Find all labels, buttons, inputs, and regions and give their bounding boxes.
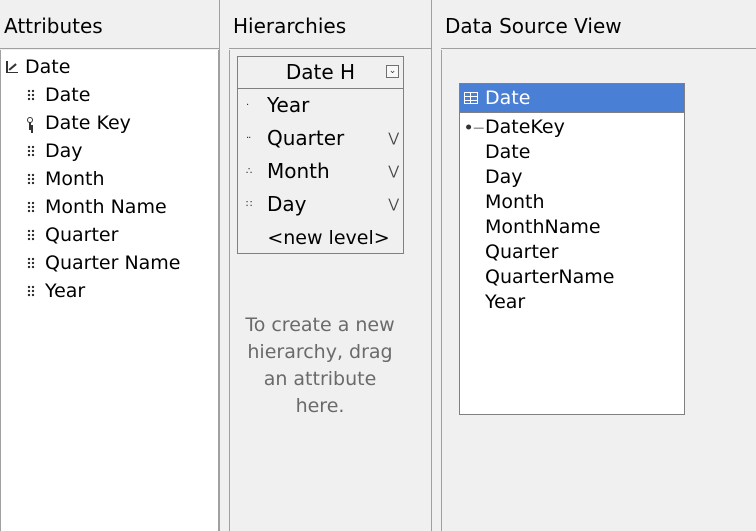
attributes-pane: Attributes Date Date Date Key Day Month: [0, 0, 219, 531]
dsv-column[interactable]: Date: [460, 140, 684, 165]
key-attribute-icon: [27, 116, 38, 130]
attribute-icon: [27, 145, 35, 157]
attribute-item[interactable]: Day: [27, 137, 181, 165]
attribute-label: Day: [45, 140, 83, 162]
attribute-item[interactable]: Date Key: [27, 109, 181, 137]
table-icon: [464, 92, 478, 104]
hierarchy-title[interactable]: Date H ⌄: [238, 57, 403, 89]
level-3-icon: ∴: [246, 166, 252, 177]
dsv-column-label: Day: [485, 166, 523, 188]
hierarchy-level[interactable]: · Year: [238, 89, 403, 122]
dsv-column-label: Quarter: [485, 241, 559, 263]
dsv-column[interactable]: QuarterName: [460, 265, 684, 290]
attribute-icon: [27, 257, 35, 269]
chevron-down-icon[interactable]: ⋁: [388, 122, 399, 155]
chevron-down-icon[interactable]: ⋁: [388, 155, 399, 188]
attribute-label: Quarter: [45, 224, 119, 246]
dsv-column[interactable]: Year: [460, 290, 684, 315]
dsv-column-label: Month: [485, 191, 545, 213]
hierarchy-name: Date H: [285, 60, 356, 84]
chevron-down-icon[interactable]: ⋁: [388, 188, 399, 221]
attribute-list: Date Date Key Day Month Month Name Quart…: [27, 81, 181, 305]
level-label: Year: [267, 93, 310, 117]
data-source-view-pane: Data Source View Date ⚫— DateKey Date Da…: [441, 0, 756, 531]
attribute-item[interactable]: Month: [27, 165, 181, 193]
dimension-icon: [5, 60, 19, 74]
dsv-column[interactable]: ⚫— DateKey: [460, 115, 684, 140]
level-2-icon: ··: [246, 133, 251, 144]
dsv-table-name: Date: [485, 86, 531, 109]
dsv-column[interactable]: Month: [460, 190, 684, 215]
dsv-table-title[interactable]: Date: [460, 84, 684, 113]
attribute-icon: [27, 89, 35, 101]
data-source-view-canvas[interactable]: Date ⚫— DateKey Date Day Month MonthName: [441, 50, 756, 531]
attribute-item[interactable]: Date: [27, 81, 181, 109]
attribute-label: Date: [45, 84, 91, 106]
level-label: Day: [267, 192, 307, 216]
pane-splitter[interactable]: [219, 0, 220, 531]
hierarchy-level[interactable]: ∴ Month ⋁: [238, 155, 403, 188]
attribute-label: Quarter Name: [45, 252, 181, 274]
dsv-column-label: Date: [485, 141, 531, 163]
dsv-column-label: MonthName: [485, 216, 601, 238]
attribute-item[interactable]: Quarter: [27, 221, 181, 249]
dsv-column-list: ⚫— DateKey Date Day Month MonthName Quar…: [460, 113, 684, 315]
collapse-icon[interactable]: ⌄: [386, 65, 399, 78]
primary-key-icon: ⚫—: [464, 121, 485, 134]
dsv-column-label: QuarterName: [485, 266, 615, 288]
dimension-root-label: Date: [25, 56, 71, 78]
attribute-icon: [27, 285, 35, 297]
attribute-label: Date Key: [45, 112, 131, 134]
dsv-column-label: DateKey: [485, 116, 565, 138]
hierarchy-box[interactable]: Date H ⌄ · Year ·· Quarter ⋁ ∴ Month ⋁ ∷…: [237, 56, 404, 254]
dsv-column-label: Year: [485, 291, 526, 313]
hierarchy-level[interactable]: ∷ Day ⋁: [238, 188, 403, 221]
attribute-label: Month Name: [45, 196, 167, 218]
level-1-icon: ·: [246, 100, 249, 111]
data-source-view-header: Data Source View: [441, 0, 756, 49]
attribute-item[interactable]: Year: [27, 277, 181, 305]
attribute-item[interactable]: Month Name: [27, 193, 181, 221]
pane-splitter[interactable]: [431, 0, 432, 531]
hierarchies-header: Hierarchies: [229, 0, 431, 49]
dsv-table[interactable]: Date ⚫— DateKey Date Day Month MonthName: [459, 83, 685, 415]
hierarchies-pane: Hierarchies Date H ⌄ · Year ·· Quarter ⋁…: [229, 0, 431, 531]
dsv-column[interactable]: Quarter: [460, 240, 684, 265]
attribute-item[interactable]: Quarter Name: [27, 249, 181, 277]
drop-hint-text: To create a new hierarchy, drag an attri…: [245, 314, 395, 417]
dimension-root-node[interactable]: Date: [5, 54, 70, 80]
hierarchies-drop-area[interactable]: Date H ⌄ · Year ·· Quarter ⋁ ∴ Month ⋁ ∷…: [229, 50, 431, 531]
attributes-header: Attributes: [0, 0, 219, 49]
attribute-icon: [27, 201, 35, 213]
attribute-label: Month: [45, 168, 105, 190]
attributes-tree[interactable]: Date Date Date Key Day Month Month Name: [0, 50, 219, 531]
new-level-placeholder[interactable]: <new level>: [238, 221, 403, 255]
attribute-icon: [27, 229, 35, 241]
level-label: Quarter: [267, 126, 345, 150]
attribute-icon: [27, 173, 35, 185]
level-label: Month: [267, 159, 330, 183]
hierarchy-level[interactable]: ·· Quarter ⋁: [238, 122, 403, 155]
dsv-column[interactable]: Day: [460, 165, 684, 190]
attribute-label: Year: [45, 280, 86, 302]
dsv-column[interactable]: MonthName: [460, 215, 684, 240]
level-4-icon: ∷: [246, 199, 252, 210]
